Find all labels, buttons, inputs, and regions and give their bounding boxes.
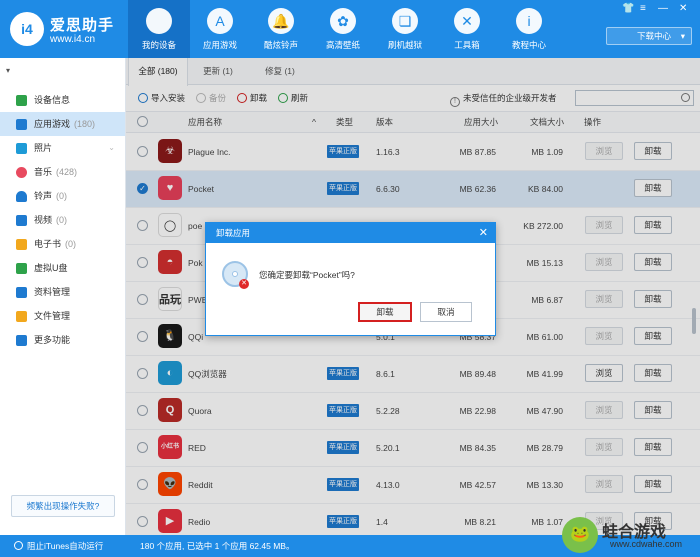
book-icon [16, 239, 27, 250]
nav-label: 教程中心 [511, 40, 546, 50]
video-icon [16, 215, 27, 226]
sidebar-item-label: 资料管理 [34, 287, 71, 297]
nav-toolbox[interactable]: ✕ 工具箱 [436, 0, 498, 58]
i4-logo-icon: i4 [10, 12, 44, 46]
uninstall-dialog: 卸载应用 ✕ ✕ 您确定要卸载“Pocket”吗? 卸载 取消 [205, 222, 496, 336]
usb-icon [16, 263, 27, 274]
close-icon[interactable]: ✕ [479, 223, 488, 243]
download-center-label: 下载中心 [637, 31, 672, 41]
nav-tutorials[interactable]: i 教程中心 [498, 0, 560, 58]
nav-wallpapers[interactable]: ✿ 高清壁纸 [312, 0, 374, 58]
sidebar-item-label: 音乐 [34, 167, 53, 177]
sidebar-item-file-management[interactable]: 文件管理 [0, 304, 125, 328]
apple-icon [146, 8, 172, 34]
block-itunes-label: 阻止iTunes自动运行 [27, 541, 104, 551]
sidebar-item-label: 文件管理 [34, 311, 71, 321]
nav-label: 应用游戏 [202, 40, 237, 50]
nav-label: 酷炫铃声 [263, 40, 298, 50]
app-window: i4 爱思助手 www.i4.cn 我的设备 A 应用游戏 🔔 酷炫铃声 ✿ 高… [0, 0, 700, 557]
contacts-icon [16, 287, 27, 298]
confirm-uninstall-label: 卸载 [376, 307, 394, 317]
sidebar-item-label: 设备信息 [34, 95, 71, 105]
nav-label: 刷机越狱 [387, 40, 422, 50]
sidebar-item-count: (428) [56, 167, 78, 177]
nav-my-device[interactable]: 我的设备 [128, 0, 190, 58]
sidebar: ▾ 设备信息 应用游戏 (180) 照片 ⌄ 音乐 (428) 铃声 (0) 视频 (0… [0, 58, 126, 535]
sidebar-item-music[interactable]: 音乐 (428) [0, 160, 125, 184]
cancel-button[interactable]: 取消 [420, 302, 472, 322]
sidebar-item-apps[interactable]: 应用游戏 (180) [0, 112, 125, 136]
block-itunes-toggle[interactable]: 阻止iTunes自动运行 [14, 535, 103, 557]
nav-flash-jailbreak[interactable]: ❏ 刷机越狱 [374, 0, 436, 58]
dialog-header: 卸载应用 ✕ [206, 223, 495, 243]
frequent-failure-button[interactable]: 频繁出现操作失败? [11, 495, 115, 517]
sidebar-item-count: (0) [56, 191, 68, 201]
music-icon [16, 167, 27, 178]
sidebar-item-label: 照片 [34, 143, 53, 153]
chevron-down-icon[interactable]: ⌄ [108, 136, 115, 160]
sidebar-item-label: 铃声 [34, 191, 53, 201]
status-text: 180 个应用, 已选中 1 个应用 62.45 MB。 [140, 541, 295, 551]
photo-icon [16, 143, 27, 154]
flower-icon: ✿ [330, 8, 356, 34]
minimize-icon[interactable]: — [658, 3, 668, 14]
watermark: 🐸 蛙合游戏 www.cdwahe.com [562, 515, 700, 557]
apps-icon [16, 119, 27, 130]
sidebar-item-label: 虚拟U盘 [34, 263, 68, 273]
tools-icon: ✕ [454, 8, 480, 34]
sidebar-item-device-info[interactable]: 设备信息 [0, 88, 125, 112]
device-selector-caret[interactable]: ▾ [6, 66, 10, 75]
remove-badge-icon: ✕ [239, 279, 249, 289]
info-icon: i [516, 8, 542, 34]
app-store-icon: A [207, 8, 233, 34]
sidebar-item-count: (0) [65, 239, 77, 249]
brand: i4 爱思助手 www.i4.cn [10, 10, 120, 50]
bell-icon [16, 191, 27, 202]
dialog-message: 您确定要卸载“Pocket”吗? [259, 270, 355, 280]
sidebar-item-videos[interactable]: 视频 (0) [0, 208, 125, 232]
sidebar-item-label: 更多功能 [34, 335, 71, 345]
device-info-icon [16, 95, 27, 106]
confirm-uninstall-button[interactable]: 卸载 [358, 302, 412, 322]
frog-logo-icon: 🐸 [562, 517, 598, 553]
menu-icon[interactable]: ≡ [640, 3, 646, 14]
sidebar-item-count: (180) [74, 119, 96, 129]
close-icon[interactable]: ✕ [679, 3, 687, 14]
nav-label: 工具箱 [454, 40, 480, 50]
sidebar-item-count: (0) [56, 215, 68, 225]
grid-icon [16, 335, 27, 346]
brand-name: 爱思助手 [50, 17, 115, 34]
sidebar-item-label: 视频 [34, 215, 53, 225]
folder-icon [16, 311, 27, 322]
brand-url: www.i4.cn [50, 34, 96, 45]
dropbox-icon: ❏ [392, 8, 418, 34]
dialog-title: 卸载应用 [216, 228, 251, 238]
nav-label: 我的设备 [141, 40, 176, 50]
toggle-circle-icon [14, 541, 23, 550]
sidebar-item-ringtones[interactable]: 铃声 (0) [0, 184, 125, 208]
disc-uninstall-icon: ✕ [222, 261, 249, 289]
top-bar: i4 爱思助手 www.i4.cn 我的设备 A 应用游戏 🔔 酷炫铃声 ✿ 高… [0, 0, 700, 58]
skin-icon[interactable]: 👕 [622, 3, 634, 14]
chevron-down-icon: ▾ [680, 31, 685, 41]
nav-apps-games[interactable]: A 应用游戏 [189, 0, 251, 58]
nav-label: 高清壁纸 [325, 40, 360, 50]
sidebar-item-data-management[interactable]: 资料管理 [0, 280, 125, 304]
sidebar-item-more[interactable]: 更多功能 [0, 328, 125, 352]
nav-ringtones[interactable]: 🔔 酷炫铃声 [250, 0, 312, 58]
watermark-url: www.cdwahe.com [610, 539, 683, 549]
sidebar-item-virtual-udisk[interactable]: 虚拟U盘 [0, 256, 125, 280]
disc-center-icon [232, 271, 238, 277]
sidebar-item-ebooks[interactable]: 电子书 (0) [0, 232, 125, 256]
download-center-button[interactable]: 下载中心 ▾ [606, 27, 692, 45]
bell-icon: 🔔 [268, 8, 294, 34]
sidebar-item-photos[interactable]: 照片 ⌄ [0, 136, 125, 160]
sidebar-item-label: 应用游戏 [34, 119, 71, 129]
sidebar-item-label: 电子书 [34, 239, 62, 249]
